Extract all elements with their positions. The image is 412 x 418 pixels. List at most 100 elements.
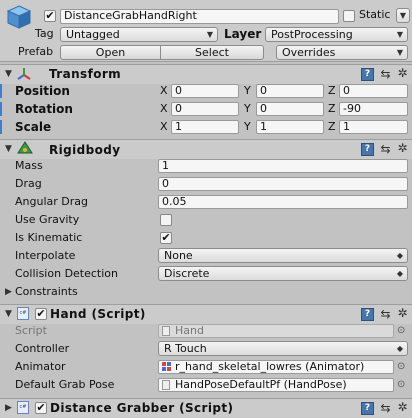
constraints-label[interactable]: Constraints	[15, 285, 78, 299]
rotation-y-field[interactable]: 0	[256, 102, 324, 116]
transform-help-icon[interactable]: ?	[361, 68, 374, 81]
animator-field[interactable]: r_hand_skeletal_lowres (Animator)	[158, 360, 394, 374]
transform-gear-icon[interactable]: ✲	[396, 67, 409, 80]
overrides-label: Overrides	[282, 46, 336, 59]
layer-dropdown[interactable]: PostProcessing ▼	[265, 27, 408, 42]
distance-grabber-title: Distance Grabber (Script)	[50, 401, 234, 415]
position-z-label: Z	[328, 84, 336, 97]
distance-grabber-gear-icon[interactable]: ✲	[396, 401, 409, 414]
tag-value: Untagged	[66, 28, 120, 41]
animator-value: r_hand_skeletal_lowres (Animator)	[175, 360, 365, 373]
scale-y-field[interactable]: 1	[256, 120, 324, 134]
rotation-label: Rotation	[15, 102, 73, 116]
position-highlight	[0, 84, 2, 98]
object-name-field[interactable]: DistanceGrabHandRight	[60, 9, 339, 24]
rigidbody-icon	[17, 141, 33, 155]
distance-grabber-help-icon[interactable]: ?	[361, 402, 374, 415]
transform-preset-icon[interactable]: ⇆	[379, 68, 392, 81]
scale-z-label: Z	[328, 120, 336, 133]
script-object-picker-icon[interactable]: ⊙	[397, 324, 405, 338]
default-grab-pose-label: Default Grab Pose	[15, 378, 115, 391]
scale-y-label: Y	[244, 120, 251, 133]
hand-foldout-arrow-icon[interactable]: ▼	[5, 307, 12, 321]
position-y-field[interactable]: 0	[256, 84, 324, 98]
drag-field[interactable]: 0	[158, 177, 408, 191]
rigidbody-help-icon[interactable]: ?	[361, 143, 374, 156]
rotation-x-label: X	[160, 102, 168, 115]
position-x-field[interactable]: 0	[171, 84, 239, 98]
script-file-small-icon	[162, 380, 170, 390]
rigidbody-gear-icon[interactable]: ✲	[396, 142, 409, 155]
static-checkbox[interactable]	[343, 10, 355, 22]
mass-label: Mass	[15, 159, 43, 172]
script-label: Script	[15, 324, 47, 337]
prefab-select-button[interactable]: Select	[160, 45, 264, 60]
layer-label: Layer	[224, 27, 262, 41]
controller-value: R Touch	[164, 342, 207, 355]
interpolate-label: Interpolate	[15, 249, 76, 262]
script-file-icon: c#	[17, 307, 29, 320]
hand-preset-icon[interactable]: ⇆	[379, 308, 392, 321]
static-dropdown[interactable]: ▼	[396, 8, 410, 23]
scale-x-label: X	[160, 120, 168, 133]
rigidbody-foldout-arrow-icon[interactable]: ▼	[5, 142, 12, 156]
static-label: Static	[359, 8, 391, 21]
collision-detection-label: Collision Detection	[15, 267, 119, 280]
gameobject-cube-icon	[6, 4, 32, 30]
distance-grabber-enabled-checkbox[interactable]: ✔	[35, 402, 47, 414]
hand-enabled-checkbox[interactable]: ✔	[35, 308, 47, 320]
scale-z-field[interactable]: 1	[339, 120, 408, 134]
hand-gear-icon[interactable]: ✲	[396, 307, 409, 320]
rigidbody-preset-icon[interactable]: ⇆	[379, 143, 392, 156]
rotation-z-label: Z	[328, 102, 336, 115]
collision-detection-value: Discrete	[164, 267, 210, 280]
animator-label: Animator	[15, 360, 66, 373]
hand-script-title: Hand (Script)	[50, 307, 146, 321]
animator-icon	[162, 362, 172, 372]
angular-drag-label: Angular Drag	[15, 195, 88, 208]
is-kinematic-label: Is Kinematic	[15, 231, 83, 244]
scale-highlight	[0, 120, 2, 134]
hand-help-icon[interactable]: ?	[361, 308, 374, 321]
active-checkbox[interactable]: ✔	[44, 10, 56, 22]
angular-drag-field[interactable]: 0.05	[158, 195, 408, 209]
tag-label: Tag	[35, 27, 54, 40]
script-file-small-icon	[162, 326, 170, 336]
prefab-open-button[interactable]: Open	[60, 45, 161, 60]
script-field: Hand	[158, 324, 394, 338]
default-grab-pose-value: HandPoseDefaultPf (HandPose)	[175, 378, 347, 391]
distance-grabber-preset-icon[interactable]: ⇆	[379, 402, 392, 415]
position-y-label: Y	[244, 84, 251, 97]
rotation-highlight	[0, 102, 2, 116]
use-gravity-checkbox[interactable]	[160, 214, 172, 226]
layer-value: PostProcessing	[271, 28, 353, 41]
controller-label: Controller	[15, 342, 70, 355]
rigidbody-title: Rigidbody	[49, 143, 121, 157]
distance-grabber-foldout-arrow-icon[interactable]: ▶	[5, 401, 12, 415]
drag-label: Drag	[15, 177, 42, 190]
interpolate-dropdown[interactable]: None ◆	[158, 248, 408, 263]
use-gravity-label: Use Gravity	[15, 213, 80, 226]
collision-detection-dropdown[interactable]: Discrete ◆	[158, 266, 408, 281]
transform-axes-icon	[17, 67, 31, 81]
constraints-foldout-arrow-icon[interactable]: ▶	[5, 285, 12, 299]
script-file-icon: c#	[17, 401, 29, 414]
position-z-field[interactable]: 0	[339, 84, 408, 98]
rotation-x-field[interactable]: 0	[171, 102, 239, 116]
position-x-label: X	[160, 84, 168, 97]
script-value: Hand	[175, 324, 204, 337]
prefab-overrides-dropdown[interactable]: Overrides ▼	[276, 45, 408, 60]
scale-x-field[interactable]: 1	[171, 120, 239, 134]
prefab-label: Prefab	[18, 45, 54, 58]
grab-pose-object-picker-icon[interactable]: ⊙	[397, 378, 405, 392]
animator-object-picker-icon[interactable]: ⊙	[397, 360, 405, 374]
transform-foldout-arrow-icon[interactable]: ▼	[5, 67, 12, 81]
controller-dropdown[interactable]: R Touch ◆	[158, 341, 408, 356]
transform-title: Transform	[49, 67, 122, 81]
interpolate-value: None	[164, 249, 193, 262]
rotation-z-field[interactable]: -90	[339, 102, 408, 116]
is-kinematic-checkbox[interactable]: ✔	[160, 232, 172, 244]
mass-field[interactable]: 1	[158, 159, 408, 173]
tag-dropdown[interactable]: Untagged ▼	[60, 27, 218, 42]
default-grab-pose-field[interactable]: HandPoseDefaultPf (HandPose)	[158, 378, 394, 392]
